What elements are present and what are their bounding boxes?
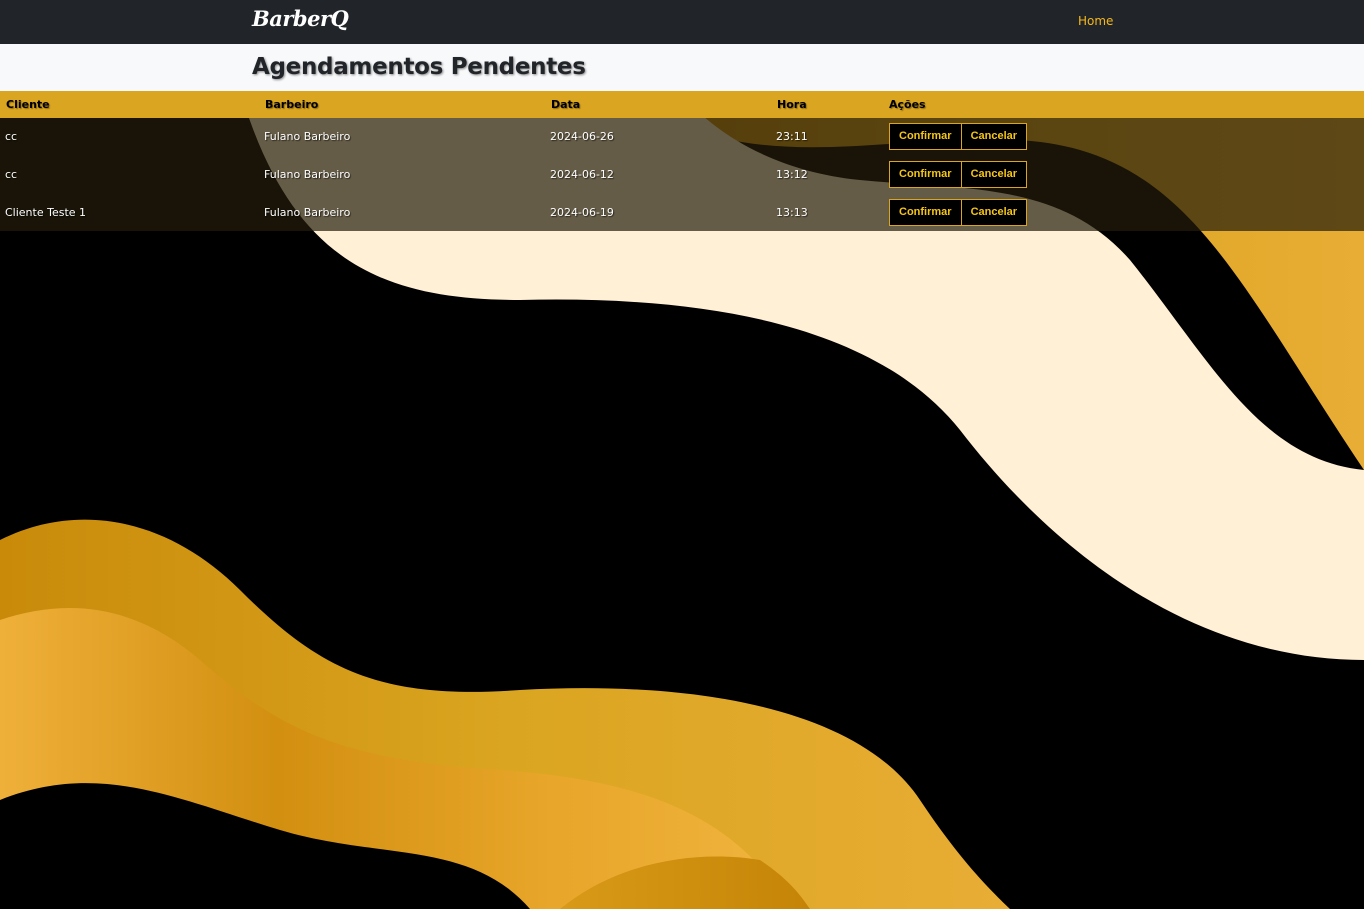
cell-cliente: cc: [5, 130, 18, 144]
cell-data: 2024-06-26: [550, 130, 614, 144]
cell-data: 2024-06-19: [550, 205, 614, 219]
cell-hora: 23:11: [776, 130, 808, 144]
confirm-button[interactable]: Confirmar: [889, 161, 962, 189]
navbar: BarberQ Home: [0, 0, 1364, 44]
column-header-acoes: Ações: [889, 98, 926, 111]
cancel-button[interactable]: Cancelar: [960, 161, 1028, 189]
cell-barbeiro: Fulano Barbeiro: [264, 205, 351, 219]
appointments-table: Cliente Barbeiro Data Hora Ações cc Fula…: [0, 91, 1364, 232]
confirm-button[interactable]: Confirmar: [889, 123, 962, 151]
column-header-data: Data: [551, 98, 581, 111]
column-header-cliente: Cliente: [6, 98, 50, 111]
cell-barbeiro: Fulano Barbeiro: [264, 168, 351, 182]
cell-cliente: cc: [5, 168, 18, 182]
table-row: cc Fulano Barbeiro 2024-06-12 13:12 Conf…: [0, 155, 1364, 194]
page-title: Agendamentos Pendentes: [252, 54, 586, 80]
table-row: Cliente Teste 1 Fulano Barbeiro 2024-06-…: [0, 193, 1364, 232]
page-header: Agendamentos Pendentes: [0, 44, 1364, 91]
cell-acoes: Confirmar Cancelar: [883, 118, 1364, 156]
column-header-hora: Hora: [777, 98, 807, 111]
cell-barbeiro: Fulano Barbeiro: [264, 130, 351, 144]
nav-link-home[interactable]: Home: [1078, 14, 1113, 28]
cell-hora: 13:12: [776, 168, 808, 182]
cell-hora: 13:13: [776, 205, 808, 219]
brand-logo[interactable]: BarberQ: [252, 6, 349, 31]
cell-acoes: Confirmar Cancelar: [883, 156, 1364, 194]
cell-acoes: Confirmar Cancelar: [883, 193, 1364, 231]
cancel-button[interactable]: Cancelar: [960, 123, 1028, 151]
column-header-barbeiro: Barbeiro: [265, 98, 319, 111]
cancel-button[interactable]: Cancelar: [960, 198, 1028, 226]
table-row: cc Fulano Barbeiro 2024-06-26 23:11 Conf…: [0, 118, 1364, 156]
table-header-row: Cliente Barbeiro Data Hora Ações: [0, 91, 1364, 118]
cell-cliente: Cliente Teste 1: [5, 205, 87, 219]
confirm-button[interactable]: Confirmar: [889, 198, 962, 226]
cell-data: 2024-06-12: [550, 168, 614, 182]
